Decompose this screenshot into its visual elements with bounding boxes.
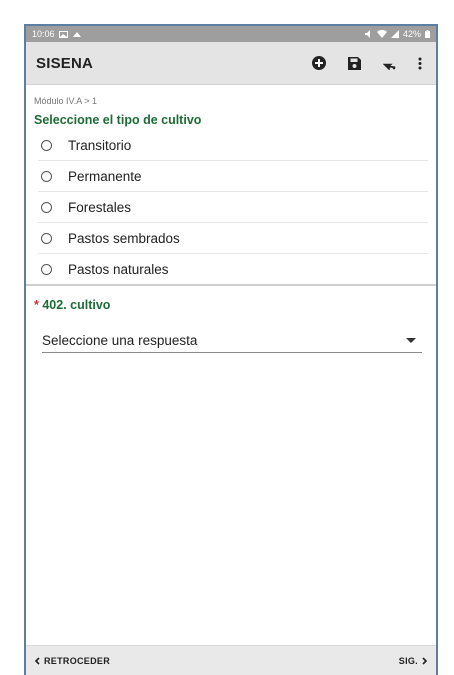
radio-button[interactable] [41,201,52,213]
mute-icon [364,30,373,38]
radio-option-transitorio[interactable]: Transitorio [38,130,428,161]
section-divider [26,284,436,286]
pointer-icon[interactable] [383,57,396,70]
image-notification-icon [58,30,68,38]
back-button[interactable]: RETROCEDER [34,656,110,666]
radio-option-pastos-sembrados[interactable]: Pastos sembrados [38,223,428,254]
signal-icon [390,30,399,38]
radio-option-label: Transitorio [68,137,132,153]
radio-option-pastos-naturales[interactable]: Pastos naturales [38,254,428,284]
next-button[interactable]: SIG. [399,656,428,666]
save-icon[interactable] [348,56,361,70]
required-marker: * [34,298,39,312]
radio-option-label: Forestales [68,199,132,215]
radio-button[interactable] [41,263,52,275]
radio-button[interactable] [41,170,52,182]
battery-percent: 42% [402,29,421,39]
radio-button[interactable] [41,139,52,151]
footer-nav: RETROCEDER SIG. [26,645,436,675]
radio-option-label: Pastos sembrados [68,230,180,246]
radio-option-permanente[interactable]: Permanente [38,161,428,192]
back-button-label: RETROCEDER [44,655,111,666]
wifi-icon [376,30,387,38]
cloud-notification-icon [72,31,82,37]
device-frame: 10:06 42% SISENA Módulo IV.A > 1 Selecci… [24,24,438,675]
select-value: Seleccione una respuesta [42,332,198,348]
crop-type-radio-group: Transitorio Permanente Forestales Pastos… [34,130,428,284]
app-bar: SISENA [26,42,436,85]
battery-icon [425,30,430,38]
dropdown-caret-icon [406,337,416,343]
question-cultivo-label: * 402. cultivo [34,298,428,312]
radio-option-label: Pastos naturales [68,261,169,277]
status-bar: 10:06 42% [26,26,436,42]
chevron-right-icon [422,656,428,665]
question-cultivo-text: 402. cultivo [42,298,111,312]
form-content: Módulo IV.A > 1 Seleccione el tipo de cu… [26,96,436,353]
status-time: 10:06 [32,29,55,39]
cultivo-select[interactable]: Seleccione una respuesta [42,328,422,353]
chevron-left-icon [34,656,40,665]
app-title: SISENA [36,54,94,72]
more-vert-icon[interactable] [418,57,422,70]
radio-option-label: Permanente [68,168,142,184]
breadcrumb: Módulo IV.A > 1 [34,96,97,106]
add-circle-icon[interactable] [312,56,326,70]
radio-option-forestales[interactable]: Forestales [38,192,428,223]
question-crop-type-label: Seleccione el tipo de cultivo [34,113,202,127]
radio-button[interactable] [41,232,52,244]
next-button-label: SIG. [398,655,418,666]
